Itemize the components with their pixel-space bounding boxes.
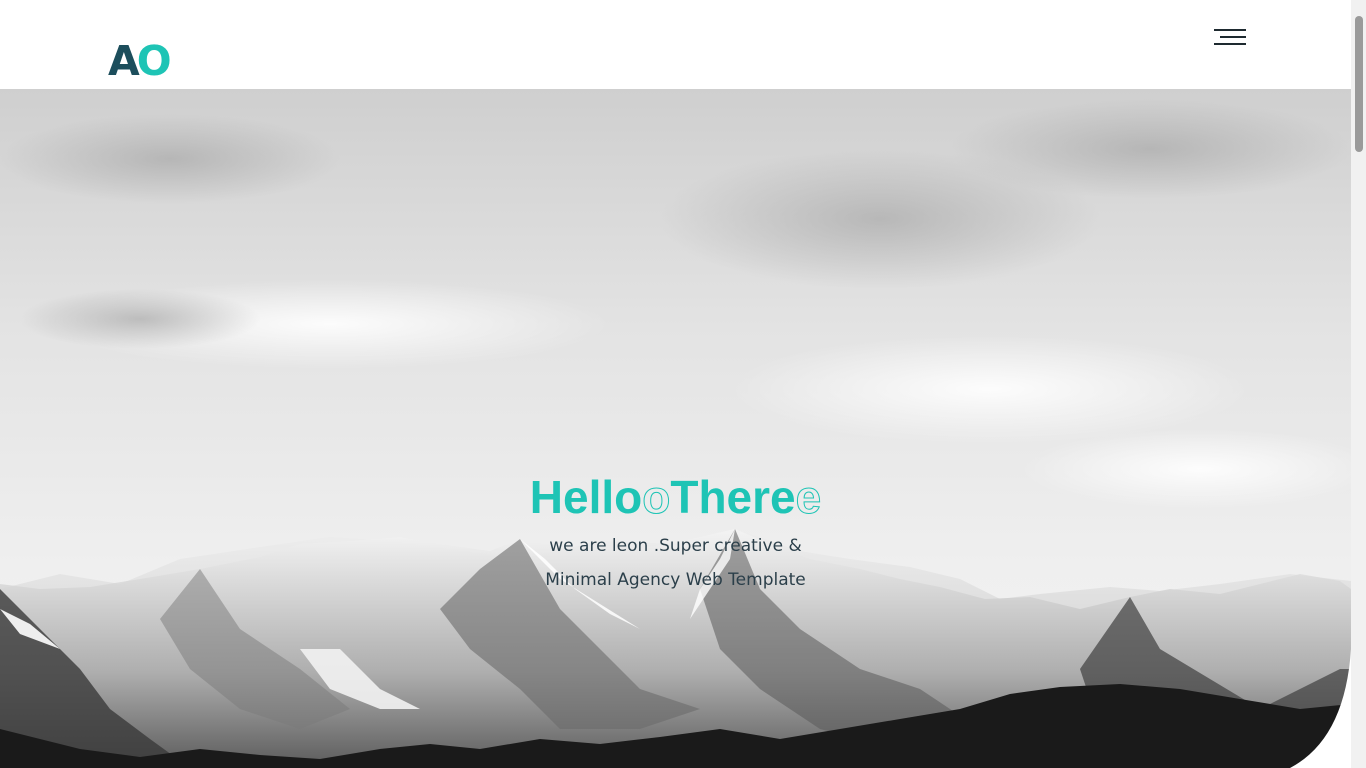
hamburger-menu-icon[interactable] xyxy=(1214,28,1248,48)
logo-letter-o: O xyxy=(136,37,172,85)
hero-section: HellooTheree we are leon .Super creative… xyxy=(0,89,1351,768)
hero-subtitle-line1: we are leon .Super creative & xyxy=(549,536,802,556)
site-header: AO xyxy=(0,0,1351,89)
page-scrollbar[interactable] xyxy=(1351,0,1366,768)
hero-title-ghost-letter-1: o xyxy=(642,471,671,524)
logo-letter-a: A xyxy=(108,37,140,85)
hero-subtitle: we are leon .Super creative & Minimal Ag… xyxy=(0,529,1351,597)
site-logo[interactable]: AO xyxy=(108,37,172,85)
scrollbar-thumb[interactable] xyxy=(1355,16,1363,152)
menu-line-bottom xyxy=(1214,43,1246,45)
hero-title-part3: There xyxy=(670,471,796,523)
hero-background-image xyxy=(0,89,1351,768)
menu-line-top xyxy=(1214,29,1246,31)
hero-text-block: HellooTheree we are leon .Super creative… xyxy=(0,471,1351,597)
hero-subtitle-line2: Minimal Agency Web Template xyxy=(545,570,806,590)
hero-title-ghost-letter-2: e xyxy=(795,471,822,524)
menu-line-middle xyxy=(1220,36,1246,38)
page: AO HellooTheree we are leon .Super creat… xyxy=(0,0,1366,768)
hero-title-part1: Hello xyxy=(529,471,643,523)
hero-title: HellooTheree xyxy=(0,471,1351,524)
